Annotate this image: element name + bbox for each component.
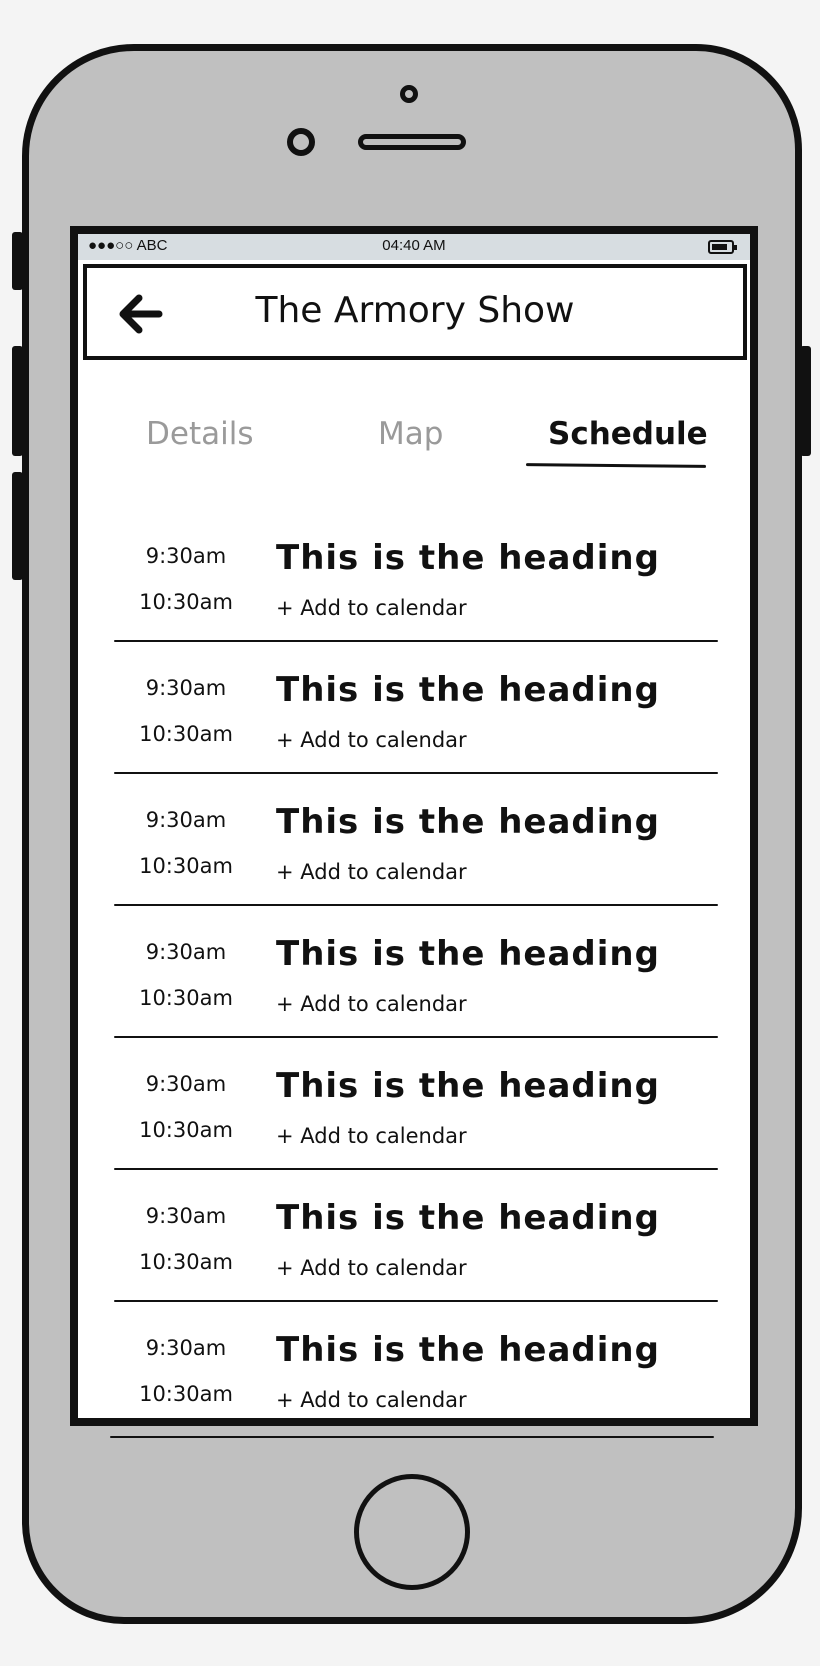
end-time: 10:30am xyxy=(139,590,233,614)
bottom-divider xyxy=(110,1436,714,1438)
start-time: 9:30am xyxy=(145,940,227,964)
mute-switch xyxy=(12,232,23,290)
volume-down-button xyxy=(12,472,23,580)
phone-screen: ●●●○○ ABC 04:40 AM The Armory Show Detai… xyxy=(70,226,758,1426)
item-heading: This is the heading xyxy=(276,1330,660,1370)
start-time: 9:30am xyxy=(145,1336,227,1360)
item-heading: This is the heading xyxy=(276,1198,660,1238)
start-time: 9:30am xyxy=(145,808,227,832)
item-heading: This is the heading xyxy=(276,538,660,578)
item-heading: This is the heading xyxy=(276,934,660,974)
start-time: 9:30am xyxy=(145,1072,227,1096)
schedule-item[interactable]: 9:30am 10:30am This is the heading + Add… xyxy=(114,510,718,642)
add-to-calendar-link[interactable]: + Add to calendar xyxy=(276,596,467,620)
navigation-bar: The Armory Show xyxy=(83,264,747,360)
schedule-item[interactable]: 9:30am 10:30am This is the heading + Add… xyxy=(114,1302,718,1418)
add-to-calendar-link[interactable]: + Add to calendar xyxy=(276,860,467,884)
schedule-item[interactable]: 9:30am 10:30am This is the heading + Add… xyxy=(114,1038,718,1170)
add-to-calendar-link[interactable]: + Add to calendar xyxy=(276,1256,467,1280)
end-time: 10:30am xyxy=(139,1250,233,1274)
add-to-calendar-link[interactable]: + Add to calendar xyxy=(276,1124,467,1148)
start-time: 9:30am xyxy=(145,1204,227,1228)
add-to-calendar-link[interactable]: + Add to calendar xyxy=(276,728,467,752)
end-time: 10:30am xyxy=(139,722,233,746)
schedule-list: 9:30am 10:30am This is the heading + Add… xyxy=(114,510,718,1418)
page-title: The Armory Show xyxy=(255,290,575,331)
front-camera xyxy=(400,85,418,103)
tab-schedule[interactable]: Schedule xyxy=(548,416,708,452)
schedule-item[interactable]: 9:30am 10:30am This is the heading + Add… xyxy=(114,1170,718,1302)
schedule-item[interactable]: 9:30am 10:30am This is the heading + Add… xyxy=(114,642,718,774)
status-bar: ●●●○○ ABC 04:40 AM xyxy=(78,234,750,260)
add-to-calendar-link[interactable]: + Add to calendar xyxy=(276,992,467,1016)
end-time: 10:30am xyxy=(139,986,233,1010)
status-time: 04:40 AM xyxy=(382,237,446,254)
item-heading: This is the heading xyxy=(276,802,660,842)
power-button xyxy=(800,346,811,456)
schedule-item[interactable]: 9:30am 10:30am This is the heading + Add… xyxy=(114,906,718,1038)
proximity-sensor xyxy=(287,128,315,156)
tab-details[interactable]: Details xyxy=(146,416,253,452)
start-time: 9:30am xyxy=(145,544,227,568)
earpiece-speaker xyxy=(358,134,466,150)
tab-map[interactable]: Map xyxy=(378,416,443,452)
volume-up-button xyxy=(12,346,23,456)
end-time: 10:30am xyxy=(139,854,233,878)
item-heading: This is the heading xyxy=(276,670,660,710)
home-button[interactable] xyxy=(354,1474,470,1590)
item-heading: This is the heading xyxy=(276,1066,660,1106)
start-time: 9:30am xyxy=(145,676,227,700)
add-to-calendar-link[interactable]: + Add to calendar xyxy=(276,1388,467,1412)
end-time: 10:30am xyxy=(139,1382,233,1406)
active-tab-indicator xyxy=(525,463,707,468)
end-time: 10:30am xyxy=(139,1118,233,1142)
battery-icon xyxy=(708,240,737,254)
schedule-item[interactable]: 9:30am 10:30am This is the heading + Add… xyxy=(114,774,718,906)
